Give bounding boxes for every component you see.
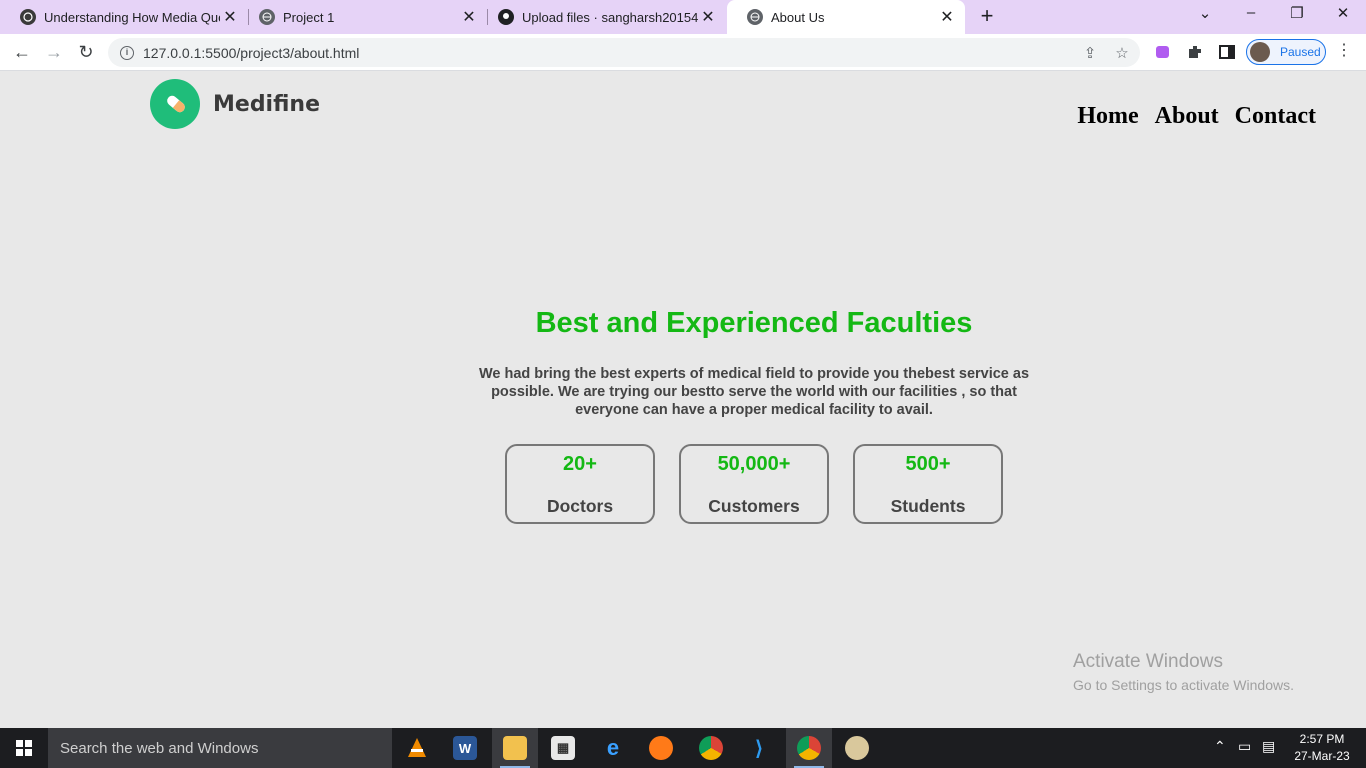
tab-media-queries[interactable]: Understanding How Media Quer ✕ — [0, 0, 248, 34]
back-icon[interactable]: ← — [10, 40, 34, 64]
search-placeholder: Search the web and Windows — [60, 739, 259, 757]
tab-project-1[interactable]: Project 1 ✕ — [239, 0, 487, 34]
globe-icon — [747, 9, 763, 25]
stat-value: 50,000+ — [717, 453, 791, 475]
taskbar-chrome-profile[interactable] — [786, 728, 832, 768]
wordpress-icon — [20, 9, 36, 25]
browser-tab-strip: Understanding How Media Quer ✕ Project 1… — [0, 0, 1366, 34]
vscode-icon: ⟩ — [755, 737, 763, 760]
profile-button[interactable]: Paused — [1246, 39, 1326, 65]
tab-search-icon[interactable]: ⌄ — [1193, 4, 1217, 22]
site-info-icon[interactable]: i — [120, 45, 134, 60]
taskbar-clock[interactable]: 2:57 PM 27-Mar-23 — [1288, 731, 1356, 765]
word-icon: W — [453, 736, 477, 760]
restore-icon[interactable]: ❐ — [1285, 4, 1309, 22]
edge-icon: e — [606, 735, 620, 760]
taskbar-vlc[interactable] — [394, 728, 440, 768]
stat-card-doctors: 20+ Doctors — [505, 444, 655, 524]
tab-title: Understanding How Media Quer — [44, 9, 220, 25]
stat-card-students: 500+ Students — [853, 444, 1003, 524]
tab-title: Project 1 — [283, 9, 335, 25]
page-heading: Best and Experienced Faculties — [535, 307, 973, 339]
url-text: 127.0.0.1:5500/project3/about.html — [143, 44, 360, 61]
taskbar-chrome[interactable] — [688, 728, 734, 768]
chevron-up-icon[interactable]: ⌃ — [1214, 738, 1226, 755]
address-bar[interactable]: i 127.0.0.1:5500/project3/about.html ⇪ ☆ — [108, 38, 1140, 67]
notification-icon[interactable]: ▤ — [1262, 738, 1275, 755]
tab-title: Upload files · sangharsh2015413/ — [522, 9, 698, 25]
puzzle-icon[interactable] — [1186, 43, 1204, 61]
pill-logo-icon — [150, 79, 200, 129]
avatar — [1250, 42, 1270, 62]
close-window-icon[interactable]: ✕ — [1331, 4, 1355, 22]
intro-paragraph: We had bring the best experts of medical… — [478, 366, 1030, 418]
stat-label: Students — [890, 496, 966, 516]
stat-card-customers: 50,000+ Customers — [679, 444, 829, 524]
close-icon[interactable]: ✕ — [937, 7, 957, 27]
taskbar-firefox[interactable] — [638, 728, 684, 768]
menu-icon[interactable]: ⋮ — [1336, 42, 1352, 60]
close-icon[interactable]: ✕ — [698, 7, 718, 27]
chrome-icon — [797, 736, 821, 760]
nav-home-link[interactable]: Home — [1077, 103, 1138, 130]
windows-icon — [16, 740, 32, 756]
nav-contact-link[interactable]: Contact — [1235, 103, 1316, 130]
battery-icon[interactable]: ▭ — [1238, 738, 1251, 755]
paint-icon — [845, 736, 869, 760]
watermark-title: Activate Windows — [1073, 651, 1223, 672]
tab-about-us[interactable]: About Us ✕ — [727, 0, 965, 34]
site-nav: Home About Contact — [1061, 103, 1316, 130]
brand-name: Medifine — [213, 91, 320, 117]
side-panel-icon[interactable] — [1218, 43, 1236, 61]
github-icon — [498, 9, 514, 25]
vlc-icon — [405, 736, 429, 760]
taskbar: Search the web and Windows W ▦ e ⟩ ⌃ ▭ ▤… — [0, 728, 1366, 768]
globe-icon — [259, 9, 275, 25]
activate-windows-watermark: Activate Windows Go to Settings to activ… — [1073, 651, 1294, 693]
browser-toolbar: ← → ↻ i 127.0.0.1:5500/project3/about.ht… — [0, 34, 1366, 71]
watermark-subtitle: Go to Settings to activate Windows. — [1073, 677, 1294, 693]
site-logo[interactable]: Medifine — [150, 79, 320, 129]
taskbar-store[interactable]: ▦ — [540, 728, 586, 768]
reload-icon[interactable]: ↻ — [74, 40, 98, 64]
new-tab-icon[interactable]: + — [975, 5, 999, 29]
start-button[interactable] — [0, 728, 48, 768]
taskbar-word[interactable]: W — [442, 728, 488, 768]
stat-label: Doctors — [546, 496, 614, 516]
share-icon[interactable]: ⇪ — [1080, 44, 1100, 62]
store-icon: ▦ — [551, 736, 575, 760]
minimize-icon[interactable]: – — [1239, 4, 1263, 21]
close-icon[interactable]: ✕ — [459, 7, 479, 27]
forward-icon[interactable]: → — [42, 40, 66, 64]
profile-status: Paused — [1280, 45, 1321, 59]
bookmark-star-icon[interactable]: ☆ — [1112, 44, 1132, 62]
taskbar-file-explorer[interactable] — [492, 728, 538, 768]
stat-value: 500+ — [905, 453, 951, 475]
close-icon[interactable]: ✕ — [220, 7, 240, 27]
taskbar-edge[interactable]: e — [590, 728, 636, 768]
extension-icon[interactable] — [1154, 43, 1172, 61]
stat-label: Customers — [708, 496, 800, 516]
folder-icon — [503, 736, 527, 760]
tab-title: About Us — [771, 9, 825, 25]
taskbar-vscode[interactable]: ⟩ — [736, 728, 782, 768]
stats-row: 20+ Doctors 50,000+ Customers 500+ Stude… — [505, 444, 1027, 524]
chrome-icon — [699, 736, 723, 760]
nav-about-link[interactable]: About — [1155, 103, 1219, 130]
firefox-icon — [649, 736, 673, 760]
stat-value: 20+ — [563, 453, 597, 475]
tab-upload-files[interactable]: Upload files · sangharsh2015413/ ✕ — [478, 0, 726, 34]
clock-time: 2:57 PM — [1299, 732, 1345, 746]
taskbar-paint[interactable] — [834, 728, 880, 768]
clock-date: 27-Mar-23 — [1294, 749, 1350, 763]
taskbar-search[interactable]: Search the web and Windows — [48, 728, 392, 768]
